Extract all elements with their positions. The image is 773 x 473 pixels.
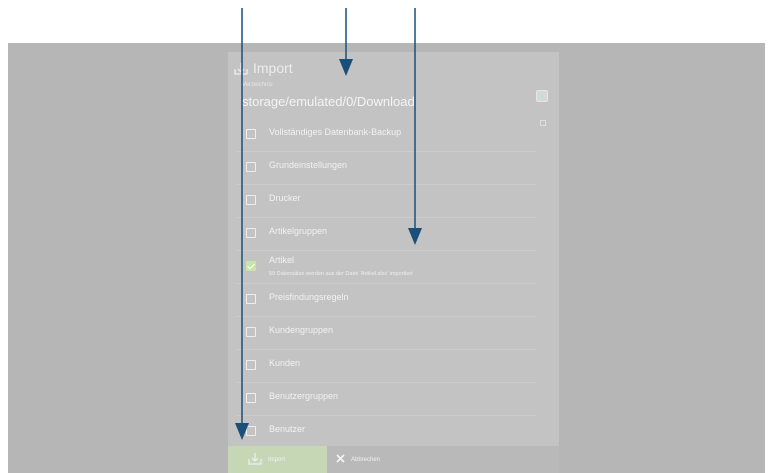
import-button-label: Import [268,456,286,463]
dialog-footer: Import Abbrechen [228,446,559,473]
list-item[interactable]: Preisfindungsregeln [236,283,536,317]
list-item-label: Artikel [269,255,295,265]
import-tray-icon [248,452,262,467]
list-item-label: Vollständiges Datenbank-Backup [269,127,402,137]
dialog-title: Import [253,60,293,76]
list-item-label: Grundeinstellungen [269,160,348,170]
checkbox[interactable] [246,129,256,139]
directory-label: Verzeichnis [242,82,273,88]
list-item[interactable]: Grundeinstellungen [236,151,536,185]
import-button[interactable]: Import [228,446,327,473]
list-item-description: 59 Datensätze werden aus der Datei 'Arti… [269,271,413,277]
list-item[interactable]: Benutzer [236,415,536,446]
list-item-label: Artikelgruppen [269,226,328,236]
checkbox[interactable] [246,426,256,436]
list-item[interactable]: Artikel 59 Datensätze werden aus der Date… [236,250,536,284]
list-item-label: Drucker [269,193,301,203]
list-item[interactable]: Benutzergruppen [236,382,536,416]
list-item-label: Kunden [269,358,301,368]
list-item-label: Preisfindungsregeln [269,292,349,302]
checkbox[interactable] [246,228,256,238]
checkbox[interactable] [246,360,256,370]
folder-icon[interactable] [536,90,548,102]
import-tray-icon [234,61,248,75]
dialog-header: Import [234,58,293,78]
list-item[interactable]: Vollständiges Datenbank-Backup [236,118,536,152]
list-item[interactable]: Artikelgruppen [236,217,536,251]
list-item-label: Benutzer [269,424,306,434]
scroll-indicator [540,120,546,126]
import-dialog: Import Verzeichnis storage/emulated/0/Do… [228,52,559,473]
list-item-label: Benutzergruppen [269,391,339,401]
list-item[interactable]: Kundengruppen [236,316,536,350]
directory-field[interactable]: Verzeichnis storage/emulated/0/Download [236,80,552,116]
checkbox[interactable] [246,195,256,205]
cancel-button-label: Abbrechen [351,456,381,463]
import-item-list[interactable]: Vollständiges Datenbank-Backup Grundeinst… [236,118,552,446]
checkbox-checked[interactable] [246,261,256,271]
directory-value[interactable]: storage/emulated/0/Download [242,94,415,109]
checkbox[interactable] [246,393,256,403]
checkbox[interactable] [246,294,256,304]
cancel-button[interactable]: Abbrechen [336,446,380,473]
list-item[interactable]: Kunden [236,349,536,383]
list-item[interactable]: Drucker [236,184,536,218]
checkbox[interactable] [246,162,256,172]
checkbox[interactable] [246,327,256,337]
close-x-icon [336,454,345,465]
list-item-label: Kundengruppen [269,325,334,335]
